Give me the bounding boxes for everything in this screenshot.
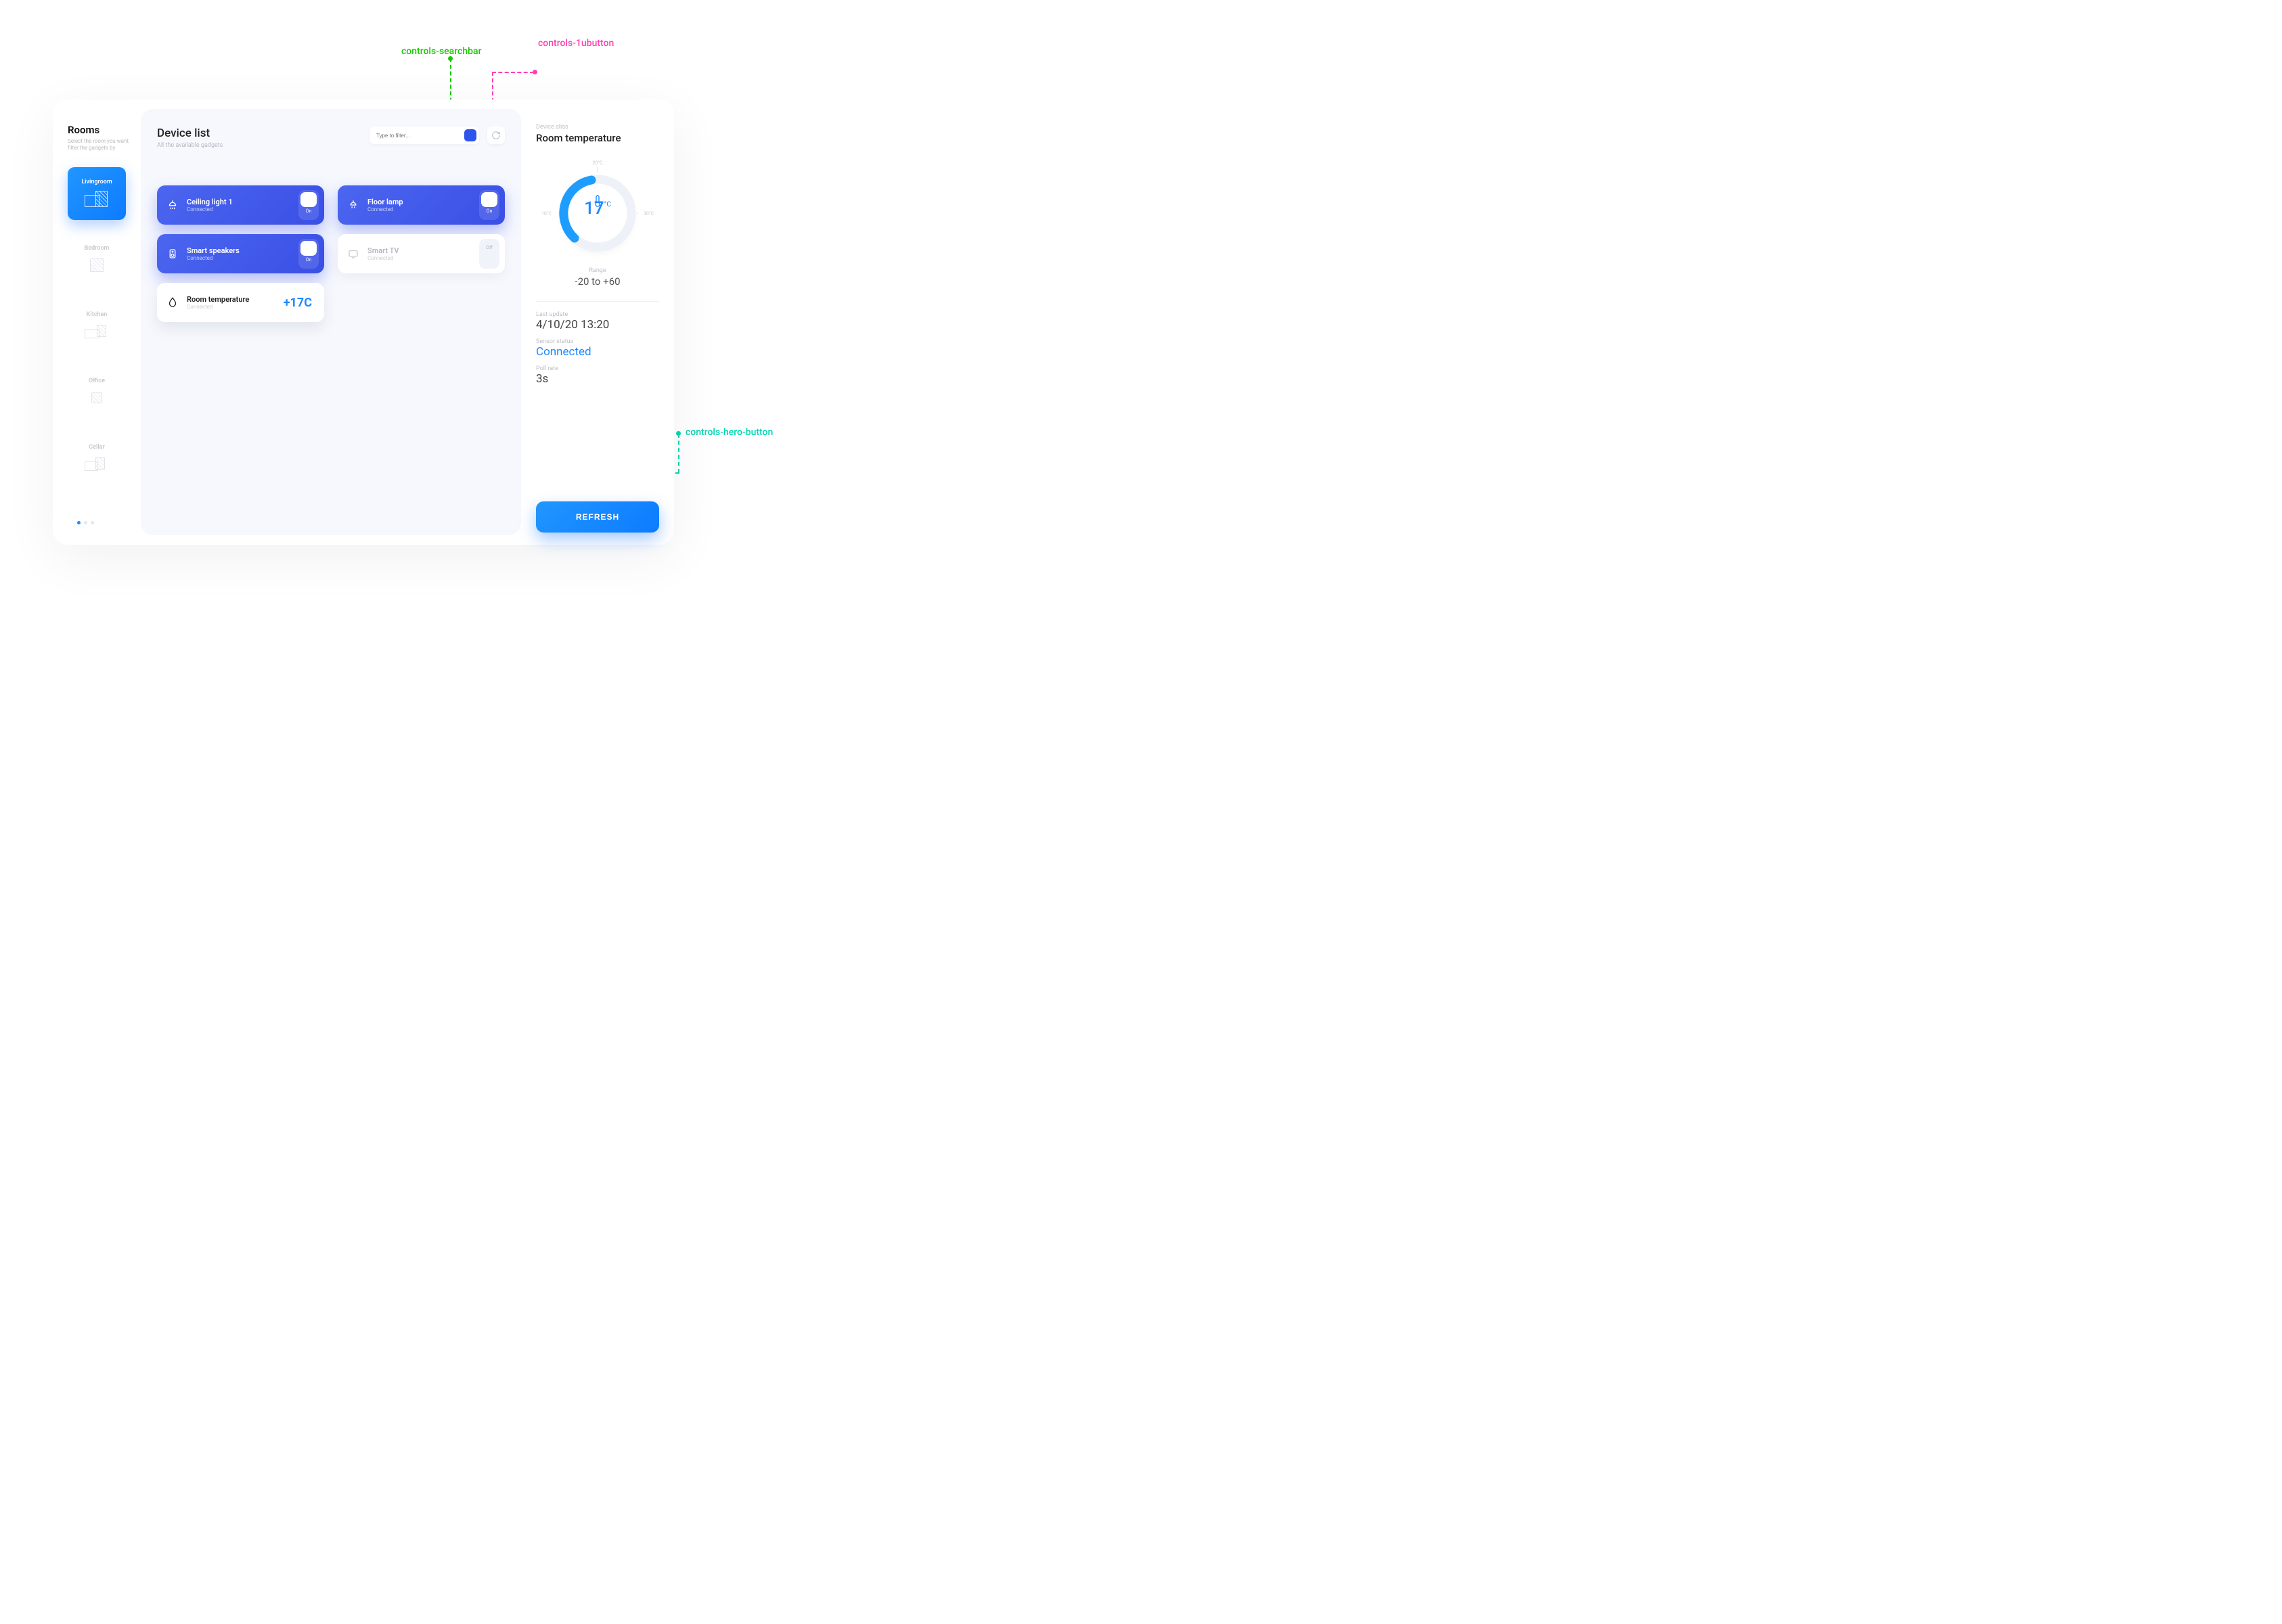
room-label: Livingroom bbox=[81, 179, 112, 185]
device-card-floor-lamp[interactable]: Floor lamp Connected On bbox=[338, 185, 505, 225]
temperature-gauge: 20°C 10°C 30°C 17°C bbox=[536, 156, 659, 258]
device-name: Smart speakers bbox=[187, 246, 292, 255]
ceiling-light-icon bbox=[165, 198, 180, 212]
toggle-label: On bbox=[306, 208, 312, 214]
main-subtitle: All the available gadgets bbox=[157, 142, 361, 149]
device-toggle[interactable]: On bbox=[298, 190, 319, 220]
speaker-icon bbox=[165, 246, 180, 261]
toggle-label: Off bbox=[486, 245, 493, 250]
searchbar[interactable] bbox=[370, 127, 479, 144]
pager[interactable] bbox=[77, 521, 94, 524]
room-label: Cellar bbox=[89, 444, 104, 451]
toggle-label: On bbox=[306, 257, 312, 263]
refresh-button[interactable]: REFRESH bbox=[536, 501, 659, 533]
main-panel: Device list All the available gadgets Ce… bbox=[141, 109, 521, 535]
room-icon bbox=[85, 390, 109, 407]
room-tile-cellar[interactable]: Cellar bbox=[68, 432, 126, 485]
sidebar-hint: Select the room you want filter the gadg… bbox=[68, 138, 130, 152]
device-toggle[interactable]: On bbox=[479, 190, 499, 220]
sidebar-title: Rooms bbox=[68, 124, 130, 136]
device-name: Smart TV bbox=[367, 246, 472, 255]
device-status: Connected bbox=[187, 255, 292, 261]
device-card-smart-tv[interactable]: Smart TV Connected Off bbox=[338, 234, 505, 273]
gauge-tick-top: 20°C bbox=[592, 160, 602, 166]
gauge-tick-right: 30°C bbox=[644, 211, 654, 217]
device-toggle[interactable]: Off bbox=[479, 239, 499, 269]
main-header: Device list All the available gadgets bbox=[157, 127, 505, 149]
callout-1ubutton-label: controls-1ubutton bbox=[538, 38, 614, 49]
toggle-label: On bbox=[487, 208, 493, 214]
room-icon bbox=[85, 191, 109, 208]
poll-rate-label: Poll rate bbox=[536, 365, 659, 372]
callout-dot bbox=[448, 56, 453, 61]
pager-dot[interactable] bbox=[77, 521, 81, 524]
poll-rate-value: 3s bbox=[536, 372, 659, 386]
range-label: Range bbox=[536, 267, 659, 274]
refresh-icon-button[interactable] bbox=[487, 127, 505, 144]
callout-dot bbox=[676, 431, 681, 436]
tv-icon bbox=[346, 246, 361, 261]
room-label: Bedroom bbox=[85, 245, 110, 252]
detail-panel: Device alias Room temperature 20°C 10°C … bbox=[521, 99, 674, 545]
room-label: Kitchen bbox=[87, 311, 108, 318]
device-status: Connected bbox=[367, 206, 472, 212]
last-update-value: 4/10/20 13:20 bbox=[536, 318, 659, 332]
callout-hero-line bbox=[678, 434, 679, 473]
sidebar: Rooms Select the room you want filter th… bbox=[53, 99, 141, 545]
device-grid: Ceiling light 1 Connected On Floor lamp … bbox=[157, 185, 505, 322]
device-name: Floor lamp bbox=[367, 198, 472, 206]
app-window: Rooms Select the room you want filter th… bbox=[53, 99, 674, 545]
callout-searchbar-label: controls-searchbar bbox=[401, 46, 481, 57]
room-tile-bedroom[interactable]: Bedroom bbox=[68, 233, 126, 286]
gauge-reading: 17°C bbox=[584, 198, 611, 219]
detail-meta: Last update 4/10/20 13:20 Sensor status … bbox=[536, 301, 659, 386]
toggle-knob bbox=[481, 192, 497, 207]
device-status: Connected bbox=[187, 304, 277, 310]
lamp-icon bbox=[346, 198, 361, 212]
device-name: Room temperature bbox=[187, 295, 277, 304]
device-status: Connected bbox=[367, 255, 472, 261]
device-name: Ceiling light 1 bbox=[187, 198, 292, 206]
device-card-room-temperature[interactable]: Room temperature Connected +17C bbox=[157, 283, 324, 322]
main-title: Device list bbox=[157, 127, 361, 140]
alias-label: Device alias bbox=[536, 124, 659, 131]
room-tile-kitchen[interactable]: Kitchen bbox=[68, 300, 126, 353]
last-update-label: Last update bbox=[536, 311, 659, 318]
callout-1ubutton-hline bbox=[492, 72, 534, 73]
search-go-button[interactable] bbox=[464, 129, 476, 141]
device-status: Connected bbox=[187, 206, 292, 212]
callout-dot bbox=[533, 70, 537, 74]
toggle-knob bbox=[300, 192, 317, 207]
room-icon bbox=[85, 323, 109, 341]
device-toggle[interactable]: On bbox=[298, 239, 319, 269]
search-input[interactable] bbox=[376, 133, 464, 139]
callout-hero-label: controls-hero-button bbox=[686, 427, 773, 438]
toggle-knob bbox=[481, 252, 497, 267]
room-label: Office bbox=[89, 378, 105, 384]
room-tile-office[interactable]: Office bbox=[68, 366, 126, 419]
toggle-knob bbox=[300, 241, 317, 256]
gauge-tick-left: 10°C bbox=[541, 211, 552, 217]
room-icon bbox=[85, 456, 109, 474]
device-card-smart-speakers[interactable]: Smart speakers Connected On bbox=[157, 234, 324, 273]
range-value: -20 to +60 bbox=[536, 275, 659, 288]
sensor-status-value: Connected bbox=[536, 345, 659, 359]
room-list: Livingroom Bedroom Kitchen bbox=[68, 167, 130, 485]
room-tile-livingroom[interactable]: Livingroom bbox=[68, 167, 126, 220]
device-card-ceiling-light[interactable]: Ceiling light 1 Connected On bbox=[157, 185, 324, 225]
room-icon bbox=[85, 257, 109, 275]
refresh-icon bbox=[491, 131, 501, 140]
droplet-icon bbox=[165, 295, 180, 310]
sensor-reading: +17C bbox=[284, 296, 319, 310]
alias-value: Room temperature bbox=[536, 132, 659, 144]
sensor-status-label: Sensor status bbox=[536, 338, 659, 345]
pager-dot[interactable] bbox=[91, 521, 94, 524]
pager-dot[interactable] bbox=[84, 521, 87, 524]
